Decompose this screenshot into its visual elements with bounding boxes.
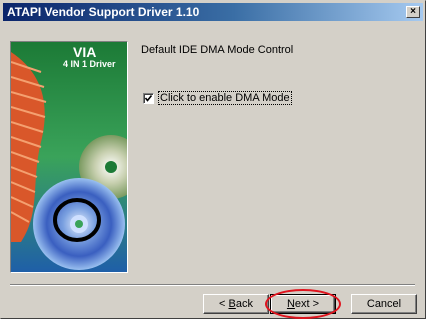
- close-icon: ×: [410, 6, 416, 17]
- banner-brand: VIA: [73, 44, 97, 60]
- next-mnemonic: N: [286, 298, 295, 310]
- page-heading: Default IDE DMA Mode Control: [141, 44, 294, 56]
- window-title: ATAPI Vendor Support Driver 1.10: [7, 5, 200, 19]
- next-label: ext >: [294, 298, 320, 310]
- dma-mode-checkbox[interactable]: [143, 92, 154, 104]
- title-bar[interactable]: ATAPI Vendor Support Driver 1.10 ×: [3, 3, 423, 21]
- close-button[interactable]: ×: [406, 6, 420, 18]
- dma-mode-option[interactable]: Click to enable DMA Mode: [143, 91, 292, 105]
- via-banner-image: VIA 4 IN 1 Driver: [10, 41, 128, 273]
- cancel-label: Cancel: [366, 298, 402, 310]
- next-button[interactable]: Next >: [270, 294, 336, 314]
- installer-window: ATAPI Vendor Support Driver 1.10 × VIA 4…: [0, 0, 426, 319]
- via-banner-graphic: [11, 42, 127, 272]
- back-label: ack: [235, 298, 253, 310]
- dma-mode-label[interactable]: Click to enable DMA Mode: [158, 91, 292, 105]
- checkmark-icon: [144, 94, 153, 102]
- back-button[interactable]: < Back: [203, 294, 269, 314]
- banner-tagline: 4 IN 1 Driver: [63, 59, 116, 69]
- cancel-button[interactable]: Cancel: [351, 294, 417, 314]
- footer-separator-highlight: [10, 285, 415, 286]
- back-prefix: <: [219, 298, 229, 310]
- back-mnemonic: B: [228, 298, 236, 310]
